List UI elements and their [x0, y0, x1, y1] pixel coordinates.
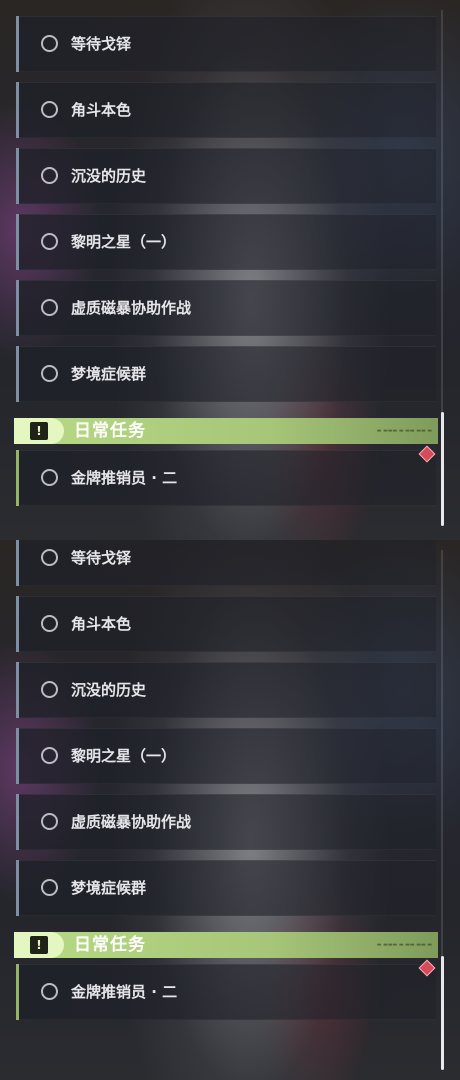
- radio-icon[interactable]: [41, 167, 58, 184]
- quest-item-5[interactable]: 虚质磁暴协助作战: [16, 794, 436, 850]
- radio-icon[interactable]: [41, 549, 58, 566]
- quest-item-2[interactable]: 角斗本色: [16, 596, 436, 652]
- section-icon-box: !: [14, 418, 64, 444]
- quest-label: 梦境症候群: [71, 879, 147, 897]
- radio-icon[interactable]: [41, 299, 58, 316]
- quest-label: 虚质磁暴协助作战: [71, 299, 192, 317]
- radio-icon[interactable]: [41, 35, 58, 52]
- daily-quest-item-1[interactable]: 金牌推销员 · 二: [16, 964, 436, 1020]
- radio-icon[interactable]: [41, 983, 58, 1000]
- quest-item-2[interactable]: 角斗本色: [16, 82, 436, 138]
- quest-label: 黎明之星（一）: [71, 747, 177, 765]
- quest-label: 等待戈铎: [71, 35, 132, 53]
- quest-label: 梦境症候群: [71, 365, 147, 383]
- quest-label: 沉没的历史: [71, 681, 147, 699]
- radio-icon[interactable]: [41, 365, 58, 382]
- quest-label: 等待戈铎: [71, 549, 132, 567]
- radio-icon[interactable]: [41, 813, 58, 830]
- quest-item-6[interactable]: 梦境症候群: [16, 346, 436, 402]
- alert-icon: !: [30, 936, 48, 954]
- scrollbar-thumb[interactable]: [440, 412, 444, 526]
- quest-label: 金牌推销员 · 二: [71, 469, 178, 487]
- quest-item-4[interactable]: 黎明之星（一）: [16, 728, 436, 784]
- header-decoration: ▬ ▬▬▬ ▬ ▬▬ ▬▬ ▬: [376, 428, 432, 434]
- scrollbar[interactable]: [440, 10, 444, 526]
- scrollbar[interactable]: [440, 550, 444, 1070]
- radio-icon[interactable]: [41, 879, 58, 896]
- quest-item-1[interactable]: 等待戈铎: [16, 16, 436, 72]
- quest-label: 沉没的历史: [71, 167, 147, 185]
- quest-label: 角斗本色: [71, 615, 132, 633]
- daily-quests-header[interactable]: ! 日常任务 ▬ ▬▬▬ ▬ ▬▬ ▬▬ ▬: [14, 418, 438, 444]
- quest-label: 黎明之星（一）: [71, 233, 177, 251]
- radio-icon[interactable]: [41, 615, 58, 632]
- quest-panel-bottom: 等待戈铎 角斗本色 沉没的历史 黎明之星（一） 虚质磁暴协助作战 梦境症候群 !…: [0, 540, 460, 1080]
- radio-icon[interactable]: [41, 101, 58, 118]
- quest-item-1[interactable]: 等待戈铎: [16, 540, 436, 586]
- radio-icon[interactable]: [41, 469, 58, 486]
- radio-icon[interactable]: [41, 747, 58, 764]
- header-decoration: ▬ ▬▬▬ ▬ ▬▬ ▬▬ ▬: [376, 942, 432, 948]
- daily-quests-header[interactable]: ! 日常任务 ▬ ▬▬▬ ▬ ▬▬ ▬▬ ▬: [14, 932, 438, 958]
- quest-panel-top: 等待戈铎 角斗本色 沉没的历史 黎明之星（一） 虚质磁暴协助作战 梦境症候群 !…: [0, 0, 460, 540]
- quest-item-4[interactable]: 黎明之星（一）: [16, 214, 436, 270]
- radio-icon[interactable]: [41, 233, 58, 250]
- quest-label: 角斗本色: [71, 101, 132, 119]
- daily-quest-item-1[interactable]: 金牌推销员 · 二: [16, 450, 436, 506]
- quest-item-3[interactable]: 沉没的历史: [16, 662, 436, 718]
- quest-item-6[interactable]: 梦境症候群: [16, 860, 436, 916]
- quest-item-5[interactable]: 虚质磁暴协助作战: [16, 280, 436, 336]
- section-title: 日常任务: [74, 935, 146, 955]
- section-title: 日常任务: [74, 421, 146, 441]
- radio-icon[interactable]: [41, 681, 58, 698]
- quest-label: 虚质磁暴协助作战: [71, 813, 192, 831]
- quest-label: 金牌推销员 · 二: [71, 983, 178, 1001]
- scrollbar-thumb[interactable]: [440, 956, 444, 1070]
- section-icon-box: !: [14, 932, 64, 958]
- quest-item-3[interactable]: 沉没的历史: [16, 148, 436, 204]
- alert-icon: !: [30, 422, 48, 440]
